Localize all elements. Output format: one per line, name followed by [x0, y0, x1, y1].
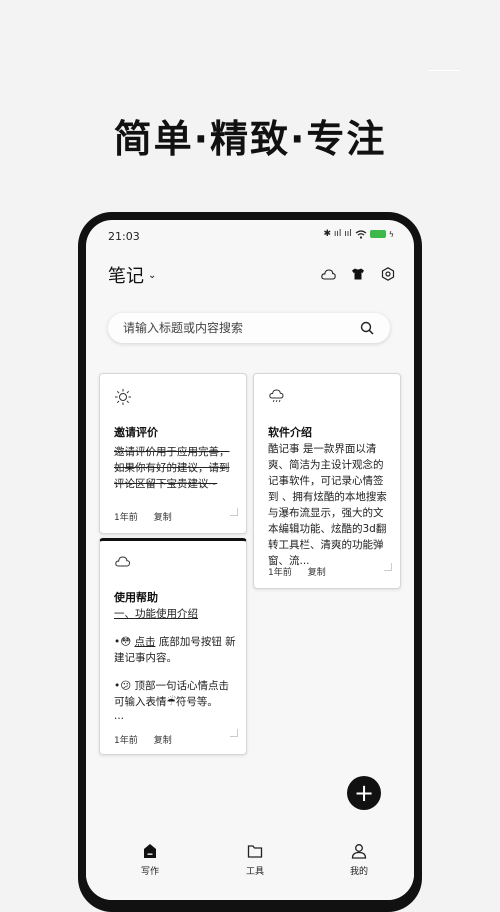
wifi-icon	[355, 229, 367, 239]
note-body-line: •😳 点击 底部加号按钮 新建记事内容。	[114, 634, 236, 666]
add-note-button[interactable]: +	[347, 776, 381, 810]
note-time: 1年前	[268, 568, 292, 578]
chevron-down-icon: ⌄	[148, 269, 157, 281]
note-card[interactable]: 邀请评价 邀请评价用于应用完善，如果你有好的建议，请到评论区留下宝贵建议~ 1年…	[99, 373, 247, 534]
note-meta: 1年前 复制	[114, 733, 172, 746]
folder-icon	[246, 842, 264, 860]
settings-icon[interactable]	[380, 266, 396, 282]
cloud-icon[interactable]	[320, 266, 336, 282]
note-card[interactable]: 使用帮助 一、功能使用介绍 •😳 点击 底部加号按钮 新建记事内容。 •😕 顶部…	[99, 538, 247, 755]
headline: 简单·精致·专注	[113, 117, 387, 161]
note-time: 1年前	[114, 513, 138, 523]
corner-mark	[384, 563, 392, 571]
note-title: 邀请评价	[114, 426, 158, 439]
tshirt-icon[interactable]	[350, 266, 366, 282]
header-actions	[320, 266, 396, 282]
note-card[interactable]: 软件介绍 酷记事 是一款界面以清爽、简洁为主设计观念的记事软件，可记录心情签到 …	[253, 373, 401, 589]
nav-label: 工具	[245, 867, 264, 877]
rain-cloud-icon	[268, 388, 290, 410]
decorative-line	[428, 70, 460, 71]
note-body-line: •😕 顶部一句话心情点击可输入表情☔符号等。	[114, 680, 229, 708]
note-line-prefix: •😳	[114, 636, 135, 648]
copy-button[interactable]: 复制	[308, 565, 326, 578]
nav-label: 写作	[140, 867, 159, 877]
nav-item-tools[interactable]: 工具	[225, 842, 285, 877]
status-bar: 21:03 ✱ ııl ııl ϟ	[86, 220, 414, 252]
copy-button[interactable]: 复制	[154, 510, 172, 523]
phone-screen: 21:03 ✱ ııl ııl ϟ 笔记 ⌄ 请输入标题或内容搜索 邀请评价 邀…	[86, 220, 414, 900]
home-icon	[141, 842, 159, 860]
search-bar	[108, 313, 390, 343]
status-icons: ✱ ııl ııl ϟ	[323, 229, 394, 239]
corner-mark	[230, 508, 238, 516]
note-meta: 1年前 复制	[114, 510, 172, 523]
note-subtitle: 一、功能使用介绍	[114, 608, 198, 620]
note-ellipsis: ...	[114, 710, 125, 722]
note-title: 软件介绍	[268, 426, 312, 439]
copy-button[interactable]: 复制	[154, 733, 172, 746]
note-body: 邀请评价用于应用完善，如果你有好的建议，请到评论区留下宝贵建议~	[114, 446, 230, 490]
cloud-icon	[114, 553, 136, 575]
note-meta: 1年前 复制	[268, 565, 326, 578]
note-line-link: 点击	[134, 636, 156, 648]
status-time: 21:03	[108, 230, 140, 243]
battery-icon	[369, 230, 386, 238]
signal-text: ✱ ııl ııl	[323, 229, 352, 239]
corner-mark	[230, 729, 238, 737]
note-time: 1年前	[114, 736, 138, 746]
charging-icon: ϟ	[388, 229, 394, 239]
nav-item-write[interactable]: 写作	[120, 842, 180, 877]
note-body: 酷记事 是一款界面以清爽、简洁为主设计观念的记事软件，可记录心情签到 、拥有炫酷…	[268, 443, 387, 567]
sun-icon	[114, 388, 136, 410]
note-title: 使用帮助	[114, 591, 158, 604]
app-title: 笔记	[108, 266, 144, 287]
app-header: 笔记 ⌄	[108, 262, 396, 288]
person-icon	[350, 842, 368, 860]
nav-item-mine[interactable]: 我的	[329, 842, 389, 877]
search-icon[interactable]	[360, 320, 376, 336]
bottom-nav: 写作 工具 我的	[86, 828, 414, 900]
search-input[interactable]	[108, 320, 360, 336]
nav-label: 我的	[349, 867, 368, 877]
